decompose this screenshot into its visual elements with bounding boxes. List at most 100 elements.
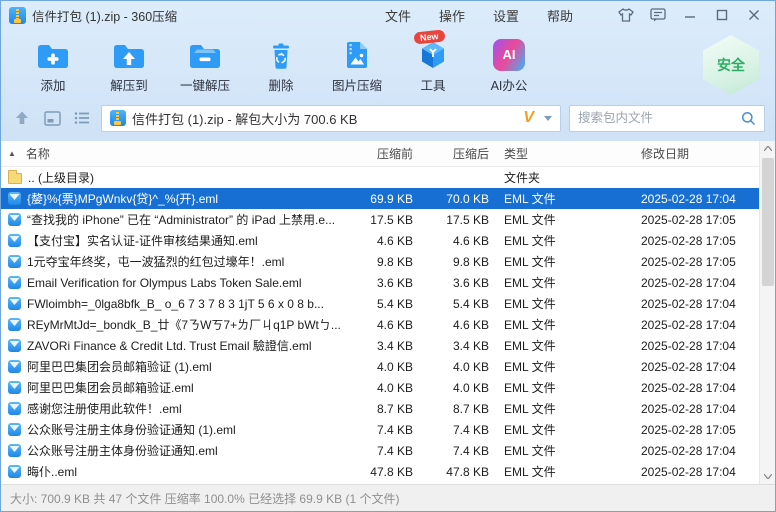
vertical-scrollbar[interactable] [759,141,775,484]
date-cell: 2025-02-28 17:05 [619,255,759,269]
window-title: 信件打包 (1).zip - 360压缩 [32,6,177,25]
ai-office-button[interactable]: AI AI办公 [471,33,547,97]
thumbnail-view-icon[interactable] [41,107,63,129]
scrollbar-thumb[interactable] [762,158,774,286]
table-row[interactable]: {嫠}%{票}MPgWnkv{贷}^_%{开}.eml69.9 KB70.0 K… [1,188,759,209]
close-button[interactable] [741,4,767,26]
table-header: ▲ 名称 压缩前 压缩后 类型 修改日期 [1,141,759,167]
file-name-cell: “查找我的 iPhone” 已在 “Administrator” 的 iPad … [1,211,343,228]
minimize-button[interactable] [677,4,703,26]
file-name-cell: 晦仆..eml [1,463,343,480]
table-row[interactable]: .. (上级目录)文件夹 [1,167,759,188]
menu-settings[interactable]: 设置 [479,6,533,25]
status-bar: 大小: 700.9 KB 共 47 个文件 压缩率 100.0% 已经选择 69… [1,484,775,511]
table-row[interactable]: 感谢您注册使用此软件！.eml8.7 KB8.7 KBEML 文件2025-02… [1,398,759,419]
menu-operation[interactable]: 操作 [425,6,479,25]
scroll-down-icon[interactable] [760,469,776,484]
sort-ascending-icon: ▲ [8,149,16,158]
date-cell: 2025-02-28 17:05 [619,234,759,248]
table-row[interactable]: 阿里巴巴集团会员邮箱验证.eml4.0 KB4.0 KBEML 文件2025-0… [1,377,759,398]
zip-file-icon [110,110,126,126]
size-before-cell: 4.0 KB [343,381,413,395]
size-before-cell: 17.5 KB [343,213,413,227]
ai-office-label: AI办公 [491,75,528,94]
scroll-up-icon[interactable] [760,141,776,156]
column-modified-date[interactable]: 修改日期 [619,145,759,162]
file-name: REyMrMtJd=_bondk_B_廿《7ㄋWㄎ7+ㄌ厂ㄐq1P bWtㄅ..… [27,316,341,333]
file-name: 1元夺宝年终奖，屯一波猛烈的红包过壕年！.eml [27,253,284,270]
table-row[interactable]: 【支付宝】实名认证-证件审核结果通知.eml4.6 KB4.6 KBEML 文件… [1,230,759,251]
vip-v-icon[interactable]: V [523,109,534,127]
image-compress-label: 图片压缩 [332,75,382,94]
file-name-cell: 感谢您注册使用此软件！.eml [1,400,343,417]
file-name-cell: 阿里巴巴集团会员邮箱验证 (1).eml [1,358,343,375]
search-input[interactable] [578,111,741,125]
eml-file-icon [8,339,21,352]
table-row[interactable]: 公众账号注册主体身份验证通知.eml7.4 KB7.4 KBEML 文件2025… [1,440,759,461]
file-name: 晦仆..eml [27,463,77,480]
skin-shirt-icon[interactable] [613,4,639,26]
size-before-cell: 8.7 KB [343,402,413,416]
table-row[interactable]: 公众账号注册主体身份验证通知 (1).eml7.4 KB7.4 KBEML 文件… [1,419,759,440]
folder-extract-icon [111,37,147,71]
table-row[interactable]: REyMrMtJd=_bondk_B_廿《7ㄋWㄎ7+ㄌ厂ㄐq1P bWtㄅ..… [1,314,759,335]
archive-path-box[interactable]: 信件打包 (1).zip - 解包大小为 700.6 KB V [101,105,561,132]
file-name-cell: 公众账号注册主体身份验证通知 (1).eml [1,421,343,438]
image-compress-button[interactable]: 图片压缩 [319,33,395,97]
file-name-cell: REyMrMtJd=_bondk_B_廿《7ㄋWㄎ7+ㄌ厂ㄐq1P bWtㄅ..… [1,316,343,333]
table-row[interactable]: 阿里巴巴集团会员邮箱验证 (1).eml4.0 KB4.0 KBEML 文件20… [1,356,759,377]
eml-file-icon [8,318,21,331]
column-name[interactable]: ▲ 名称 [1,145,343,162]
size-after-cell: 3.6 KB [413,276,489,290]
table-row[interactable]: “查找我的 iPhone” 已在 “Administrator” 的 iPad … [1,209,759,230]
menu-file[interactable]: 文件 [371,6,425,25]
date-cell: 2025-02-28 17:04 [619,360,759,374]
list-view-icon[interactable] [71,107,93,129]
table-row[interactable]: ZAVORi Finance & Credit Ltd. Trust Email… [1,335,759,356]
security-shield-icon[interactable]: 安全 [703,35,759,95]
table-row[interactable]: 1元夺宝年终奖，屯一波猛烈的红包过壕年！.eml9.8 KB9.8 KBEML … [1,251,759,272]
size-before-cell: 4.6 KB [343,234,413,248]
eml-file-icon [8,381,21,394]
date-cell: 2025-02-28 17:04 [619,339,759,353]
type-cell: EML 文件 [489,232,619,249]
maximize-button[interactable] [709,4,735,26]
up-level-icon[interactable] [11,107,33,129]
security-label: 安全 [717,55,745,75]
extract-to-label: 解压到 [110,75,148,94]
menu-bar: 文件 操作 设置 帮助 [371,6,587,25]
size-after-cell: 7.4 KB [413,423,489,437]
folder-add-icon [35,37,71,71]
menu-help[interactable]: 帮助 [533,6,587,25]
tools-button[interactable]: New 工具 [395,33,471,97]
column-after-compress[interactable]: 压缩后 [413,145,489,162]
scrollbar-track[interactable] [760,156,776,469]
feedback-icon[interactable] [645,4,671,26]
date-cell: 2025-02-28 17:05 [619,423,759,437]
column-type[interactable]: 类型 [489,145,619,162]
file-name-cell: ZAVORi Finance & Credit Ltd. Trust Email… [1,337,343,354]
file-name: .. (上级目录) [28,169,94,186]
extract-to-button[interactable]: 解压到 [91,33,167,97]
file-name-cell: Email Verification for Olympus Labs Toke… [1,276,343,290]
file-name-cell: {嫠}%{票}MPgWnkv{贷}^_%{开}.eml [1,190,343,207]
one-click-extract-label: 一键解压 [180,75,230,94]
delete-button[interactable]: 删除 [243,33,319,97]
table-row[interactable]: 晦仆..eml47.8 KB47.8 KBEML 文件2025-02-28 17… [1,461,759,482]
eml-file-icon [8,192,21,205]
app-zip-icon [9,7,26,24]
type-cell: EML 文件 [489,358,619,375]
one-click-extract-button[interactable]: 一键解压 [167,33,243,97]
column-before-compress[interactable]: 压缩前 [343,145,413,162]
chevron-down-icon[interactable] [544,116,552,121]
table-row[interactable]: Email Verification for Olympus Labs Toke… [1,272,759,293]
type-cell: EML 文件 [489,274,619,291]
eml-file-icon [8,255,21,268]
table-row[interactable]: FWloimbh=_0lga8bfk_B_ o_6 7 3 7 8 3 1jT … [1,293,759,314]
size-after-cell: 8.7 KB [413,402,489,416]
size-before-cell: 4.6 KB [343,318,413,332]
add-button[interactable]: 添加 [15,33,91,97]
size-after-cell: 47.8 KB [413,465,489,479]
file-name-cell: 阿里巴巴集团会员邮箱验证.eml [1,379,343,396]
tools-cube-icon: New [417,37,449,71]
